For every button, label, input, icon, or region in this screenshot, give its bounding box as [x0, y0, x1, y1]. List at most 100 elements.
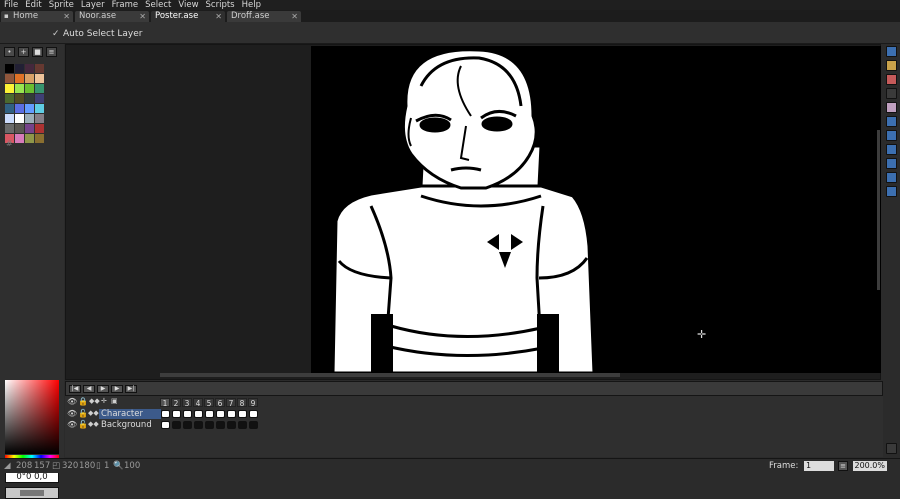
move-tool-icon[interactable] [886, 116, 897, 127]
palette-swatch[interactable] [35, 64, 44, 73]
palette-swatch[interactable] [35, 124, 44, 133]
eyedropper-tool-icon[interactable] [886, 88, 897, 99]
menu-frame[interactable]: Frame [112, 0, 138, 10]
palette-swatch[interactable] [5, 64, 14, 73]
cel[interactable] [205, 410, 214, 418]
layer-row-background[interactable]: 👁 🔓 ◆◆ Background [65, 420, 160, 430]
frame-number[interactable]: 7 [226, 398, 236, 408]
vertical-scrollbar[interactable] [877, 130, 880, 290]
eye-icon[interactable]: 👁 [67, 397, 77, 406]
eye-icon[interactable]: 👁 [67, 409, 77, 418]
palette-swatch[interactable] [5, 114, 14, 123]
palette-swatch[interactable] [25, 114, 34, 123]
frame-number[interactable]: 5 [204, 398, 214, 408]
frame-input[interactable]: 1 [804, 461, 834, 471]
menu-layer[interactable]: Layer [81, 0, 105, 10]
layer-row-character[interactable]: 👁 🔓 ◆◆ Character [65, 409, 161, 419]
last-frame-icon[interactable]: ▶| [125, 385, 137, 393]
frame-number[interactable]: 9 [248, 398, 258, 408]
close-icon[interactable]: ✕ [63, 11, 70, 22]
frame-number[interactable]: 4 [193, 398, 203, 408]
palette-menu-icon[interactable]: ≡ [46, 47, 57, 57]
cel[interactable] [194, 410, 203, 418]
palette-swatch[interactable] [15, 94, 24, 103]
palette-swatch[interactable] [5, 104, 14, 113]
tab-noor[interactable]: Noor.ase ✕ [75, 11, 149, 22]
cel[interactable] [216, 410, 225, 418]
line-tool-icon[interactable] [886, 144, 897, 155]
palette-swatch[interactable] [15, 124, 24, 133]
palette-options-icon[interactable]: • [4, 47, 15, 57]
palette-swatch[interactable] [15, 104, 24, 113]
cel[interactable] [172, 410, 181, 418]
palette-sort-icon[interactable]: ■ [32, 47, 43, 57]
palette-swatch[interactable] [5, 74, 14, 83]
cel[interactable] [205, 421, 214, 429]
cel[interactable] [161, 421, 170, 429]
cel[interactable] [227, 421, 236, 429]
zoom-input[interactable]: 200.0% [853, 461, 887, 471]
palette-swatch[interactable] [25, 64, 34, 73]
cel[interactable] [227, 410, 236, 418]
tab-poster[interactable]: Poster.ase ✕ [151, 11, 225, 22]
palette-swatch[interactable] [25, 124, 34, 133]
palette-swatch[interactable] [15, 74, 24, 83]
continuous-icon[interactable]: ◆◆ [88, 409, 99, 417]
palette-swatch[interactable] [35, 94, 44, 103]
text-tool-icon[interactable] [886, 186, 897, 197]
palette-swatch[interactable] [35, 74, 44, 83]
next-frame-icon[interactable]: ▶ [111, 385, 123, 393]
palette-swatch[interactable] [25, 94, 34, 103]
frame-number[interactable]: 2 [171, 398, 181, 408]
checkbox-icon[interactable]: ✓ [52, 29, 60, 39]
palette-swatch[interactable] [25, 134, 34, 143]
palette-swatch[interactable] [5, 94, 14, 103]
menu-help[interactable]: Help [242, 0, 261, 10]
menu-view[interactable]: View [178, 0, 198, 10]
cel[interactable] [216, 421, 225, 429]
cel[interactable] [172, 421, 181, 429]
palette-swatch[interactable] [15, 134, 24, 143]
tab-droff[interactable]: Droff.ase ✕ [227, 11, 301, 22]
sprite-canvas[interactable] [311, 46, 881, 373]
fg-bg-color-button[interactable] [5, 487, 59, 499]
palette-swatch[interactable] [35, 114, 44, 123]
palette-swatch[interactable] [5, 124, 14, 133]
cel[interactable] [238, 410, 247, 418]
palette-swatch[interactable] [25, 84, 34, 93]
auto-select-layer-label[interactable]: Auto Select Layer [63, 29, 142, 39]
menu-file[interactable]: File [4, 0, 18, 10]
eraser-tool-icon[interactable] [886, 74, 897, 85]
cel[interactable] [249, 410, 258, 418]
frame-number[interactable]: 8 [237, 398, 247, 408]
zoom-tool-icon[interactable] [886, 130, 897, 141]
horizontal-scrollbar[interactable] [160, 373, 620, 377]
palette-swatch[interactable] [5, 84, 14, 93]
cel[interactable] [194, 421, 203, 429]
palette-swatch[interactable] [15, 64, 24, 73]
blur-tool-icon[interactable] [886, 102, 897, 113]
layer-name[interactable]: Character [99, 409, 161, 419]
palette-swatch[interactable] [15, 114, 24, 123]
rectangle-tool-icon[interactable] [886, 158, 897, 169]
cel[interactable] [183, 421, 192, 429]
prev-frame-icon[interactable]: ◀ [83, 385, 95, 393]
cel[interactable] [249, 421, 258, 429]
palette-swatch[interactable] [35, 134, 44, 143]
menu-scripts[interactable]: Scripts [206, 0, 235, 10]
palette-swatch[interactable] [15, 84, 24, 93]
menu-select[interactable]: Select [145, 0, 171, 10]
palette-swatch[interactable] [35, 84, 44, 93]
palette-swatch[interactable] [35, 104, 44, 113]
lock-icon[interactable]: 🔒 [78, 397, 88, 406]
cel[interactable] [161, 410, 170, 418]
lock-icon[interactable]: 🔓 [78, 409, 88, 418]
close-icon[interactable]: ✕ [291, 11, 298, 22]
eye-icon[interactable]: 👁 [67, 420, 77, 429]
continuous-icon[interactable]: ◆◆ [88, 420, 99, 428]
link-icon[interactable]: ◆◆ [89, 397, 100, 405]
pencil-tool-icon[interactable] [886, 60, 897, 71]
frame-number[interactable]: 3 [182, 398, 192, 408]
close-icon[interactable]: ✕ [139, 11, 146, 22]
onion-skin-icon[interactable]: ✛ [101, 397, 107, 405]
